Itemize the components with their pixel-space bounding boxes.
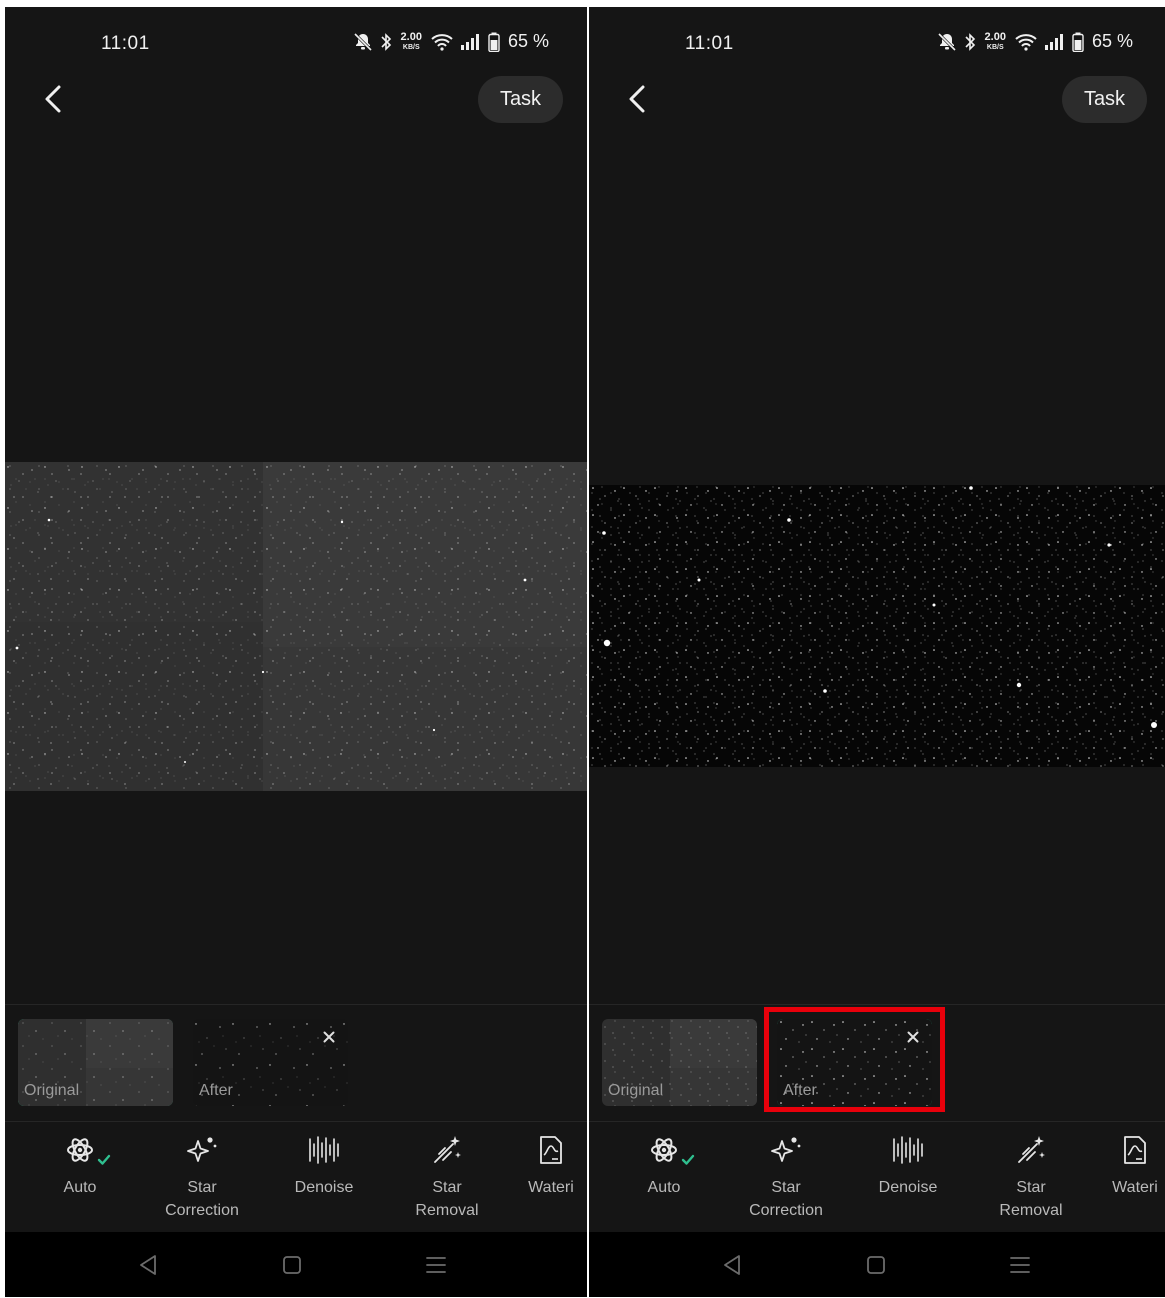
tool-auto-label: Auto [647, 1179, 681, 1196]
bluetooth-icon [380, 32, 391, 51]
tool-star-correction[interactable]: Star Correction [147, 1132, 257, 1222]
nav-home-button[interactable] [861, 1250, 891, 1280]
task-button[interactable]: Task [478, 76, 563, 123]
magic-wand-icon [1018, 1136, 1045, 1163]
mute-bell-icon [937, 32, 956, 51]
comparison-stage: 11:01 2.00 KB/S 65 % Task Original After… [0, 0, 1165, 1298]
nav-home-button[interactable] [277, 1250, 307, 1280]
close-icon [907, 1031, 919, 1043]
tool-star-removal-label: Star Removal [415, 1179, 479, 1219]
battery-icon [488, 32, 500, 52]
tool-auto-label: Auto [63, 1179, 97, 1196]
triangle-back-icon [140, 1255, 156, 1275]
task-button[interactable]: Task [1062, 76, 1147, 123]
remove-thumbnail-button[interactable] [320, 1028, 338, 1046]
thumbnail-original-label: Original [24, 1082, 80, 1099]
tool-star-correction-label: Star Correction [165, 1179, 239, 1219]
curve-chart-icon [540, 1136, 562, 1164]
tool-star-correction-label: Star Correction [749, 1179, 823, 1219]
nav-menu-button[interactable] [1005, 1250, 1035, 1280]
atom-icon [67, 1138, 93, 1162]
square-home-icon [283, 1256, 301, 1274]
tool-bar: Auto Star Correction Denoise Star Remova… [5, 1122, 587, 1232]
back-button[interactable] [619, 79, 655, 119]
chevron-left-icon [45, 85, 61, 113]
thumbnail-strip: Original After [589, 1004, 1165, 1122]
navigation-bar [589, 1232, 1165, 1297]
tool-star-removal[interactable]: Star Removal [976, 1132, 1086, 1222]
tool-watermark-label: Wateri [1112, 1179, 1158, 1196]
status-bar: 11:01 2.00 KB/S 65 % [5, 7, 587, 77]
tool-star-correction[interactable]: Star Correction [731, 1132, 841, 1222]
star-field-original [5, 462, 587, 791]
tool-auto[interactable]: Auto [609, 1132, 719, 1199]
phone-screen-original: 11:01 2.00 KB/S 65 % Task Original After… [5, 7, 587, 1297]
navigation-bar [5, 1232, 587, 1297]
thumbnail-original[interactable]: Original [602, 1019, 757, 1106]
sparkle-icon [187, 1137, 217, 1162]
chevron-left-icon [629, 85, 645, 113]
tool-denoise-label: Denoise [878, 1179, 938, 1196]
sparkle-icon [771, 1137, 801, 1162]
waveform-icon [893, 1136, 923, 1164]
thumbnail-after-label: After [199, 1082, 233, 1099]
hamburger-icon [426, 1257, 446, 1273]
tool-bar: Auto Star Correction Denoise Star Remova… [589, 1122, 1165, 1232]
battery-percent: 65 % [1091, 31, 1133, 51]
triangle-back-icon [724, 1255, 740, 1275]
battery-icon [1072, 32, 1084, 52]
square-home-icon [867, 1256, 885, 1274]
thumbnail-after[interactable]: After [777, 1019, 932, 1106]
wifi-icon [1015, 33, 1037, 51]
tool-watermark-label: Wateri [528, 1179, 574, 1196]
phone-screen-after: 11:01 2.00 KB/S 65 % Task Original After… [589, 7, 1165, 1297]
status-icons: 2.00 KB/S 65 % [353, 31, 549, 52]
signal-icon [460, 33, 479, 50]
back-button[interactable] [35, 79, 71, 119]
tool-denoise[interactable]: Denoise [269, 1132, 379, 1199]
status-bar: 11:01 2.00 KB/S 65 % [589, 7, 1165, 77]
atom-icon [651, 1138, 677, 1162]
network-speed: 2.00 KB/S [984, 31, 1006, 52]
thumbnail-strip: Original After [5, 1004, 587, 1122]
signal-icon [1044, 33, 1063, 50]
thumbnail-original[interactable]: Original [18, 1019, 173, 1106]
network-speed: 2.00 KB/S [400, 31, 422, 52]
close-icon [323, 1031, 335, 1043]
check-icon [97, 1154, 111, 1165]
tool-watermark[interactable]: Wateri [1080, 1132, 1165, 1199]
thumbnail-after[interactable]: After [193, 1019, 348, 1106]
tool-star-removal-label: Star Removal [999, 1179, 1063, 1219]
preview-image-after [589, 485, 1165, 767]
status-time: 11:01 [101, 33, 150, 54]
tool-denoise[interactable]: Denoise [853, 1132, 963, 1199]
hamburger-icon [1010, 1257, 1030, 1273]
check-icon [681, 1154, 695, 1165]
wifi-icon [431, 33, 453, 51]
thumbnail-original-label: Original [608, 1082, 664, 1099]
tool-denoise-label: Denoise [294, 1179, 354, 1196]
thumbnail-after-label: After [783, 1082, 817, 1099]
waveform-icon [309, 1136, 339, 1164]
remove-thumbnail-button[interactable] [904, 1028, 922, 1046]
magic-wand-icon [434, 1136, 461, 1163]
tool-star-removal[interactable]: Star Removal [392, 1132, 502, 1222]
battery-percent: 65 % [507, 31, 549, 51]
tool-watermark[interactable]: Wateri [496, 1132, 587, 1199]
status-time: 11:01 [685, 33, 734, 54]
nav-menu-button[interactable] [421, 1250, 451, 1280]
mute-bell-icon [353, 32, 372, 51]
nav-back-button[interactable] [133, 1250, 163, 1280]
bluetooth-icon [964, 32, 975, 51]
status-icons: 2.00 KB/S 65 % [937, 31, 1133, 52]
nav-back-button[interactable] [717, 1250, 747, 1280]
curve-chart-icon [1124, 1136, 1146, 1164]
preview-image-original [5, 462, 587, 791]
star-field-after [589, 485, 1165, 767]
tool-auto[interactable]: Auto [25, 1132, 135, 1199]
